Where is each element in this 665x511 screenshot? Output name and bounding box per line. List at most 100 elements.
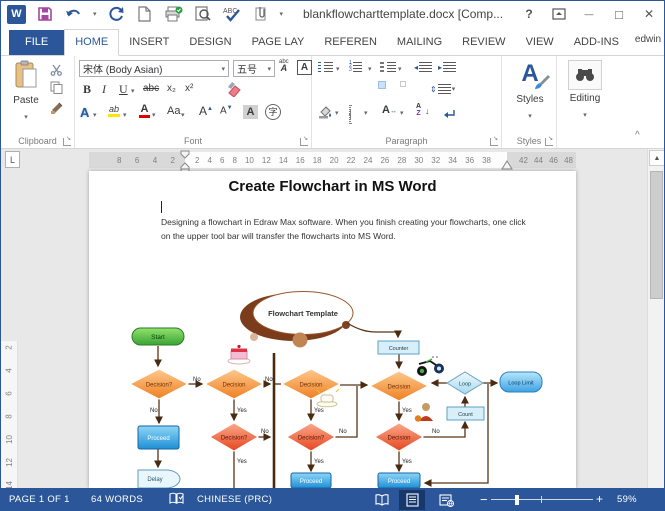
read-mode-button[interactable] [369,490,395,510]
right-indent-marker[interactable] [501,160,513,170]
tab-selector[interactable]: L [5,151,20,168]
grow-font-button[interactable]: A▲ [199,104,213,118]
underline-caret-icon[interactable] [131,87,135,95]
tab-file[interactable]: FILE [9,30,64,55]
undo-caret-icon[interactable] [93,10,97,18]
font-name-combo[interactable]: 宋体 (Body Asian) [79,60,229,77]
highlight-button[interactable]: ab [108,104,120,117]
bold-button[interactable]: B [83,82,91,97]
zoom-in-button[interactable]: + [596,492,603,506]
new-document-button[interactable] [135,4,155,24]
character-shading-button[interactable]: A [243,105,258,119]
character-border-button[interactable]: A [297,60,312,75]
text-effects-button[interactable]: A [80,105,89,120]
underline-button[interactable]: U [119,82,128,97]
person-icon[interactable] [415,403,433,422]
decrease-indent-button[interactable]: ◂ [414,62,432,72]
cake-icon[interactable] [228,345,250,364]
flowchart-title-shape[interactable]: Flowchart Template [240,292,353,348]
flowchart-node-proceed2[interactable]: Proceed [291,473,331,488]
flowchart-node-decision4[interactable]: Decision [370,371,428,401]
font-color-caret-icon[interactable] [152,111,156,119]
motorbike-icon[interactable] [417,356,444,376]
zoom-slider-handle[interactable] [515,495,519,505]
styles-button[interactable]: A Styles [510,60,550,123]
shading-button[interactable] [318,105,333,124]
flowchart-node-rdecision1[interactable]: Decision? [210,423,258,451]
superscript-button[interactable]: x² [185,83,193,94]
tab-mailings[interactable]: MAILING [387,30,452,55]
help-button[interactable] [518,4,540,24]
print-preview-button[interactable] [193,4,213,24]
tab-home[interactable]: HOME [64,29,119,56]
language-indicator[interactable]: CHINESE (PRC) [197,494,272,505]
multilevel-list-button[interactable] [380,62,396,72]
strikethrough-button[interactable]: abc [143,83,159,94]
flowchart-node-decision3[interactable]: Decision [282,369,340,399]
font-size-combo[interactable]: 五号 [233,60,275,77]
flowchart-node-decision2[interactable]: Decision [205,369,263,399]
page-indicator[interactable]: PAGE 1 OF 1 [9,494,70,505]
flowchart-node-decision1[interactable]: Decision? [130,369,188,399]
italic-button[interactable]: I [102,82,106,97]
flowchart-node-loop-limit[interactable]: Loop Limit [500,372,542,392]
flowchart-node-start[interactable]: Start [132,328,184,345]
enclose-characters-button[interactable]: 字 [265,104,281,120]
save-button[interactable] [35,4,55,24]
paste-button[interactable]: Paste [7,60,45,124]
customize-qat-icon[interactable] [280,10,284,18]
copy-button[interactable] [50,81,63,99]
justify-button[interactable] [378,81,386,89]
zoom-slider-track[interactable] [491,499,593,500]
change-case-button[interactable]: Aa [167,105,180,117]
indent-markers[interactable] [179,150,191,172]
phonetic-guide-button[interactable]: abc A [279,59,289,71]
print-layout-button[interactable] [399,490,425,510]
shrink-font-button[interactable]: A▼ [220,105,233,116]
minimize-button[interactable] [578,4,600,24]
line-spacing-button[interactable]: ⇕ [430,84,455,94]
vertical-scrollbar[interactable] [647,149,665,488]
zoom-out-button[interactable]: − [480,492,488,507]
word-count[interactable]: 64 WORDS [91,494,143,505]
tab-design[interactable]: DESIGN [179,30,241,55]
borders-button[interactable] [349,106,351,124]
flowchart-node-rdecision3[interactable]: Decision [375,423,423,451]
shading-caret-icon[interactable] [335,109,339,117]
asian-layout-caret-icon[interactable] [400,109,404,117]
format-painter-button[interactable] [50,101,64,120]
undo-button[interactable] [64,4,84,24]
document-page[interactable]: Create Flowchart in MS Word Designing a … [89,171,576,488]
collapse-ribbon-button[interactable]: ^ [635,130,640,141]
tab-review[interactable]: REVIEW [452,30,515,55]
text-effects-caret-icon[interactable] [93,111,97,119]
flowchart-node-loop[interactable]: Loop [447,372,483,394]
tab-insert[interactable]: INSERT [119,30,179,55]
spelling-grammar-button[interactable]: ABC [222,4,242,24]
close-button[interactable] [638,4,660,24]
account-menu[interactable]: edwin wa... [635,29,665,55]
zoom-percentage[interactable]: 59% [617,494,637,505]
bullets-caret-icon[interactable] [336,65,340,73]
flowchart-node-proceed3[interactable]: Proceed [378,473,420,488]
flowchart-node-count[interactable]: Count [447,407,484,420]
styles-dialog-launcher[interactable] [545,138,553,146]
maximize-button[interactable] [608,4,630,24]
quick-print-button[interactable] [164,4,184,24]
change-case-caret-icon[interactable] [181,111,185,119]
subscript-button[interactable]: x₂ [167,83,176,94]
tab-references[interactable]: REFEREN [314,30,387,55]
scrollbar-thumb[interactable] [650,171,663,299]
bullets-button[interactable] [318,62,333,72]
borders-caret-icon[interactable] [364,109,368,117]
proofing-status[interactable] [169,492,184,509]
numbering-caret-icon[interactable] [368,65,372,73]
ribbon-display-options-button[interactable] [548,4,570,24]
asian-layout-button[interactable]: A↔ [382,104,397,116]
tab-view[interactable]: VIEW [516,30,564,55]
tab-page-layout[interactable]: PAGE LAY [242,30,315,55]
web-layout-button[interactable] [433,490,459,510]
tab-add-ins[interactable]: ADD-INS [564,30,629,55]
cut-button[interactable] [50,63,63,81]
clipboard-dialog-launcher[interactable] [63,138,71,146]
